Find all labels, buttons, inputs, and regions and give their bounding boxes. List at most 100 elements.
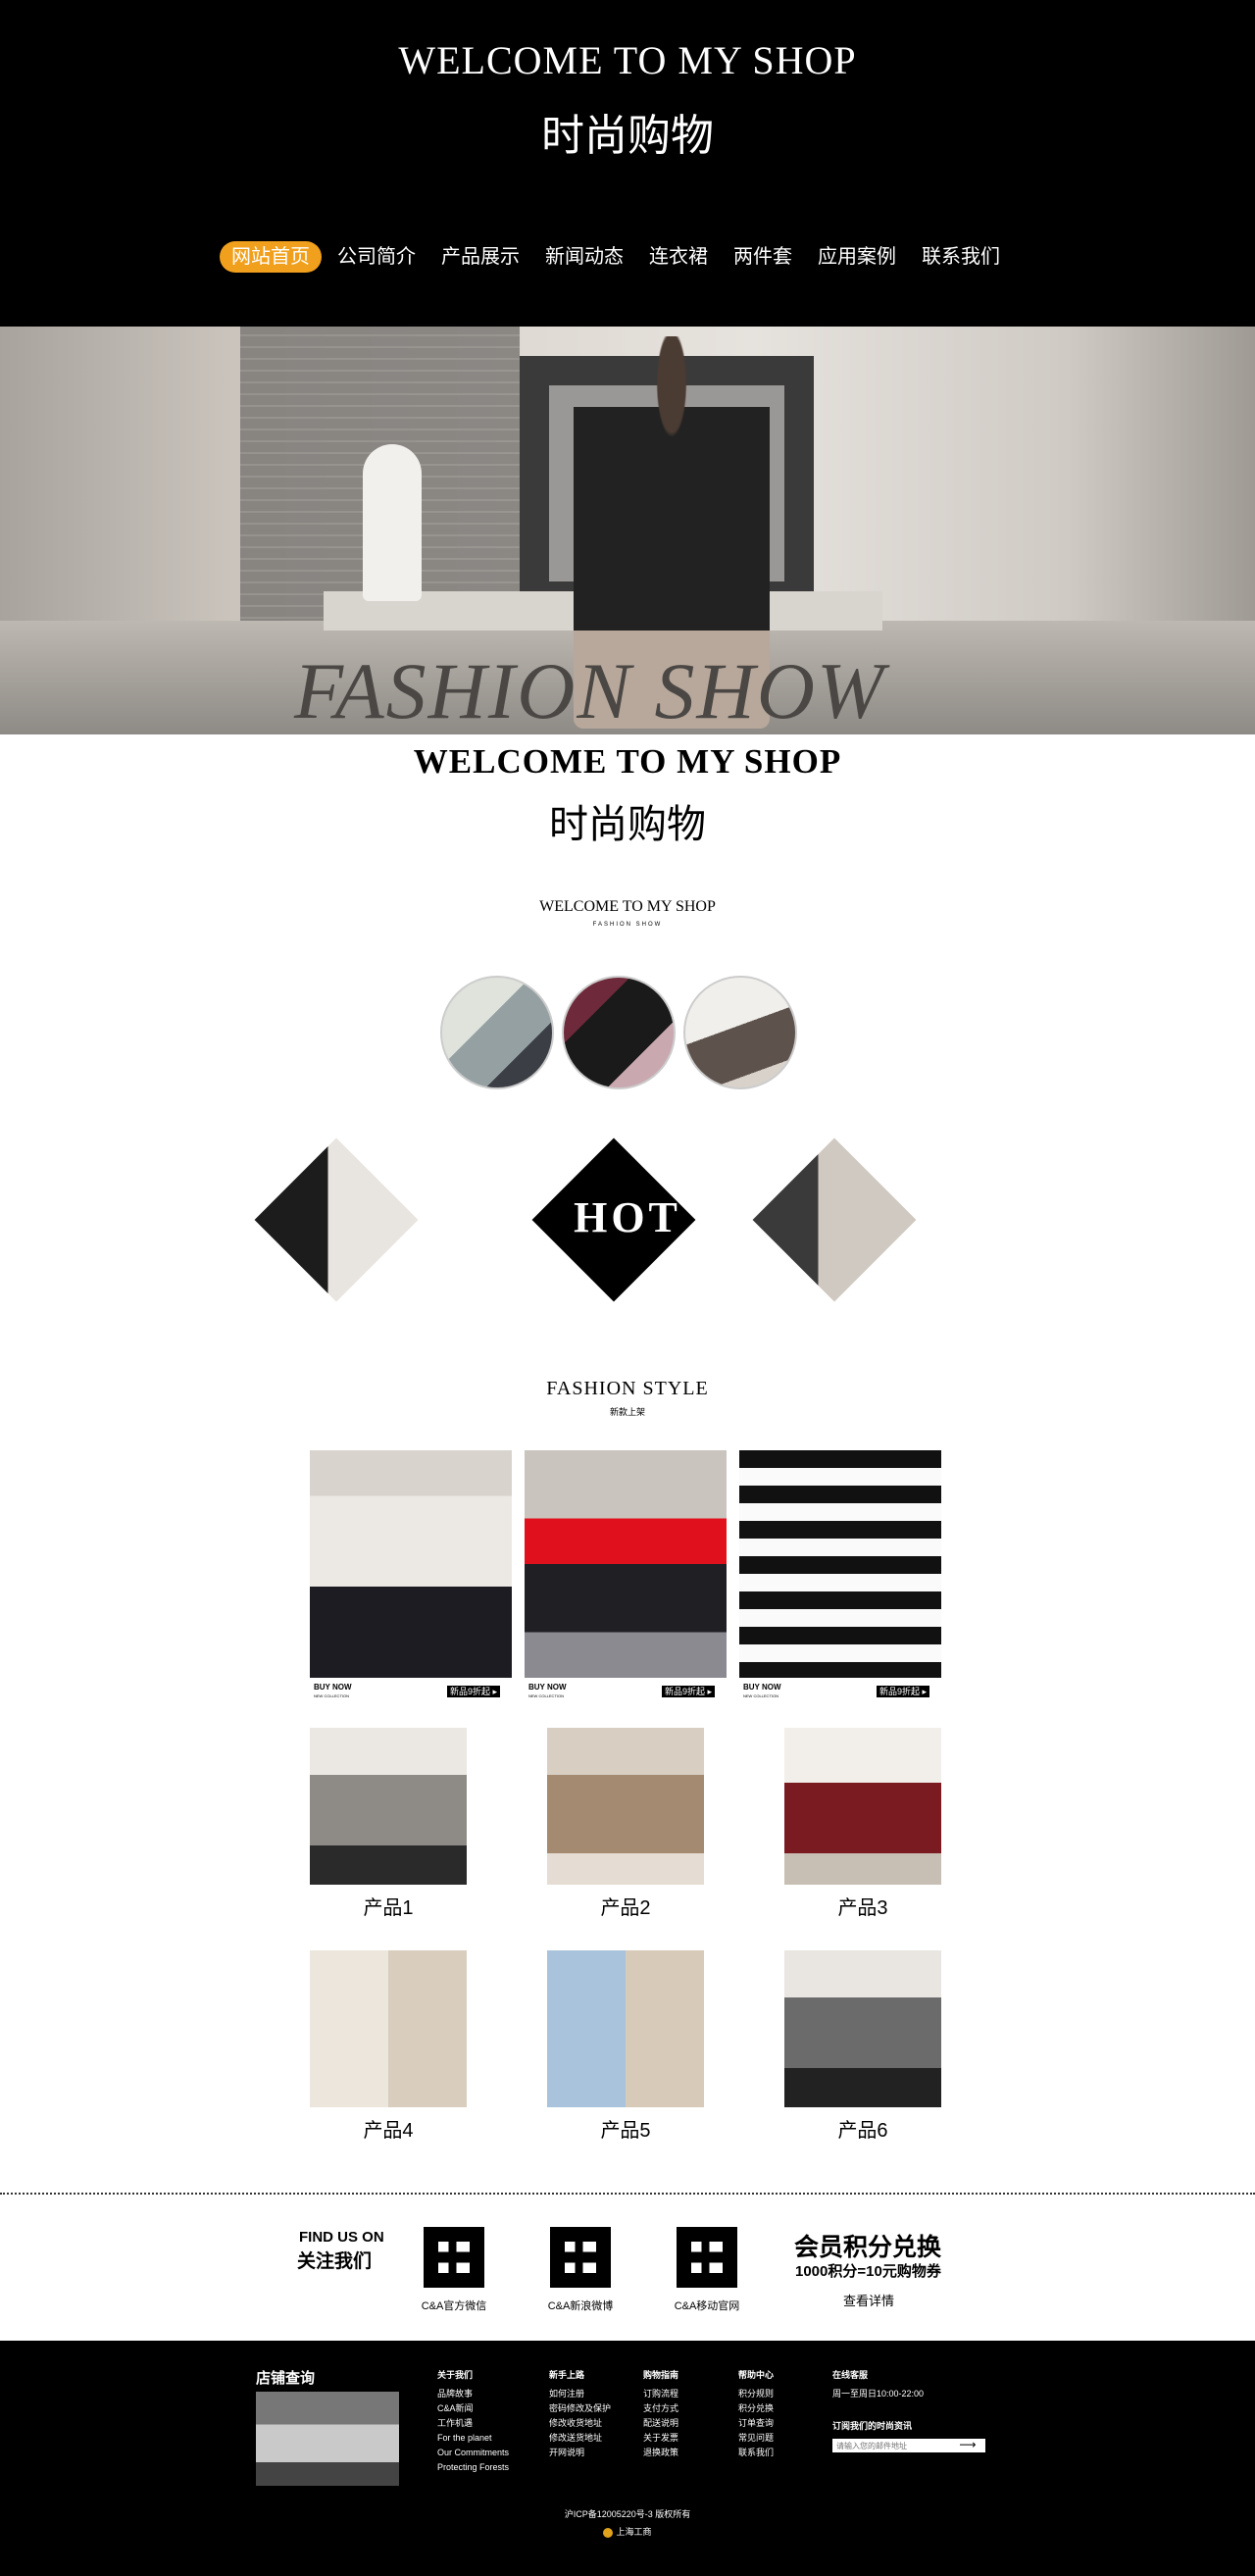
- header-title-cn: 时尚购物: [541, 112, 714, 160]
- mobile-site-qr-label[interactable]: C&A移动官网: [658, 2298, 756, 2313]
- product-name[interactable]: 产品3: [784, 1892, 941, 1920]
- wechat-qr-label[interactable]: C&A官方微信: [405, 2298, 503, 2313]
- style-card[interactable]: BUY NOW NEW COLLECTION 新品9折起 ▸: [525, 1450, 727, 1705]
- footer-link[interactable]: 开网说明: [549, 2446, 611, 2460]
- product-name[interactable]: 产品1: [310, 1892, 467, 1920]
- footer-link[interactable]: 订购流程: [643, 2387, 678, 2401]
- footer-column-head: 在线客服: [832, 2370, 869, 2380]
- nav-item-news[interactable]: 新闻动态: [535, 241, 633, 273]
- footer-link[interactable]: 工作机遇: [437, 2416, 509, 2431]
- footer-column-head: 关于我们: [437, 2370, 474, 2380]
- style-card-photo: [525, 1450, 727, 1678]
- weibo-qr-code: [550, 2227, 611, 2288]
- buy-now-label: BUY NOW: [743, 1683, 781, 1692]
- footer-link[interactable]: 修改收货地址: [549, 2416, 611, 2431]
- gov-badge[interactable]: 上海工商: [0, 2525, 1255, 2538]
- footer-link[interactable]: 积分兑换: [738, 2401, 774, 2416]
- product-name[interactable]: 产品4: [310, 2114, 467, 2143]
- store-search-title: 店铺查询: [256, 2370, 316, 2387]
- header-title-en: WELCOME TO MY SHOP: [398, 38, 857, 82]
- nav-item-two-piece[interactable]: 两件套: [724, 241, 802, 273]
- gov-badge-label: 上海工商: [616, 2527, 652, 2537]
- collection-label: NEW COLLECTION: [314, 1693, 350, 1698]
- footer-column-help: 帮助中心 积分规则 积分兑换 订单查询 常见问题 联系我们: [738, 2368, 774, 2460]
- subscribe-email-input[interactable]: [832, 2439, 950, 2452]
- style-card[interactable]: BUY NOW NEW COLLECTION 新品9折起 ▸: [310, 1450, 512, 1705]
- weibo-qr-label[interactable]: C&A新浪微博: [531, 2298, 629, 2313]
- collection-label: NEW COLLECTION: [743, 1693, 779, 1698]
- fashion-style-subtitle: 新款上架: [609, 1407, 645, 1417]
- footer-link[interactable]: 配送说明: [643, 2416, 678, 2431]
- nav-item-cases[interactable]: 应用案例: [808, 241, 906, 273]
- nav-item-dresses[interactable]: 连衣裙: [639, 241, 718, 273]
- footer-link[interactable]: 联系我们: [738, 2446, 774, 2460]
- product-image[interactable]: [547, 1950, 704, 2107]
- product-item[interactable]: 产品2: [547, 1728, 704, 1919]
- footer-column-shopping-guide: 购物指南 订购流程 支付方式 配送说明 关于发票 退换政策: [643, 2368, 678, 2460]
- diamond-photo-right[interactable]: [752, 1137, 917, 1302]
- style-card[interactable]: BUY NOW NEW COLLECTION 新品9折起 ▸: [739, 1450, 941, 1705]
- discount-tag[interactable]: 新品9折起 ▸: [877, 1686, 930, 1697]
- hot-label: HOT: [574, 1193, 681, 1241]
- product-image[interactable]: [547, 1728, 704, 1885]
- subscribe-title: 订阅我们的时尚资讯: [832, 2421, 913, 2431]
- footer-column-service: 在线客服 周一至周日10:00-22:00: [832, 2368, 924, 2401]
- buy-now-label: BUY NOW: [528, 1683, 567, 1692]
- footer-link[interactable]: 积分规则: [738, 2387, 774, 2401]
- footer-link[interactable]: 品牌故事: [437, 2387, 509, 2401]
- nav-item-home[interactable]: 网站首页: [220, 241, 322, 273]
- hero-banner[interactable]: FASHION SHOW: [0, 327, 1255, 734]
- circle-photo-2[interactable]: [562, 976, 676, 1089]
- footer-link[interactable]: 支付方式: [643, 2401, 678, 2416]
- banner-mannequin: [363, 444, 422, 601]
- points-exchange-desc: 1000积分=10元购物券: [795, 2263, 941, 2280]
- points-details-link[interactable]: 查看详情: [843, 2291, 894, 2309]
- product-image[interactable]: [310, 1728, 467, 1885]
- discount-tag[interactable]: 新品9折起 ▸: [662, 1686, 716, 1697]
- welcome-title-cn: 时尚购物: [549, 802, 706, 846]
- footer-link[interactable]: For the planet: [437, 2431, 509, 2446]
- footer-column-head: 购物指南: [643, 2370, 679, 2380]
- fashion-style-title: FASHION STYLE: [546, 1378, 709, 1399]
- product-item[interactable]: 产品3: [784, 1728, 941, 1919]
- footer-link[interactable]: 订单查询: [738, 2416, 774, 2431]
- find-us-title-en: FIND US ON: [299, 2229, 384, 2246]
- service-hours: 周一至周日10:00-22:00: [832, 2389, 925, 2399]
- footer-link[interactable]: Our Commitments: [437, 2446, 509, 2460]
- welcome-title-en: WELCOME TO MY SHOP: [413, 742, 842, 781]
- nav-item-products[interactable]: 产品展示: [431, 241, 529, 273]
- discount-tag[interactable]: 新品9折起 ▸: [447, 1686, 501, 1697]
- product-image[interactable]: [310, 1950, 467, 2107]
- find-us-title-cn: 关注我们: [297, 2251, 373, 2272]
- product-item[interactable]: 产品1: [310, 1728, 467, 1919]
- buy-now-label: BUY NOW: [314, 1683, 352, 1692]
- diamond-photo-left[interactable]: [254, 1137, 419, 1302]
- product-item[interactable]: 产品4: [310, 1950, 467, 2142]
- nav-item-contact[interactable]: 联系我们: [912, 241, 1010, 273]
- footer-link[interactable]: Protecting Forests: [437, 2460, 509, 2475]
- product-name[interactable]: 产品6: [784, 2114, 941, 2143]
- product-item[interactable]: 产品5: [547, 1950, 704, 2142]
- product-image[interactable]: [784, 1728, 941, 1885]
- icp-license: 沪ICP备12005220号-3 版权所有: [564, 2509, 691, 2519]
- nav-item-about[interactable]: 公司简介: [327, 241, 426, 273]
- footer-link[interactable]: C&A新闻: [437, 2401, 509, 2416]
- subscribe-button[interactable]: ⟶: [950, 2439, 985, 2452]
- store-photo[interactable]: [256, 2392, 399, 2486]
- style-card-photo: [310, 1450, 512, 1678]
- circle-photo-3[interactable]: [683, 976, 797, 1089]
- circle-photo-1[interactable]: [440, 976, 554, 1089]
- collection-label: NEW COLLECTION: [528, 1693, 565, 1698]
- footer-link[interactable]: 如何注册: [549, 2387, 611, 2401]
- product-item[interactable]: 产品6: [784, 1950, 941, 2142]
- product-image[interactable]: [784, 1950, 941, 2107]
- mobile-site-qr-code: [677, 2227, 737, 2288]
- footer-link[interactable]: 修改送货地址: [549, 2431, 611, 2446]
- product-name[interactable]: 产品5: [547, 2114, 704, 2143]
- site-footer: [0, 2341, 1255, 2576]
- footer-link[interactable]: 常见问题: [738, 2431, 774, 2446]
- product-name[interactable]: 产品2: [547, 1892, 704, 1920]
- footer-link[interactable]: 密码修改及保护: [549, 2401, 611, 2416]
- footer-link[interactable]: 关于发票: [643, 2431, 678, 2446]
- footer-link[interactable]: 退换政策: [643, 2446, 678, 2460]
